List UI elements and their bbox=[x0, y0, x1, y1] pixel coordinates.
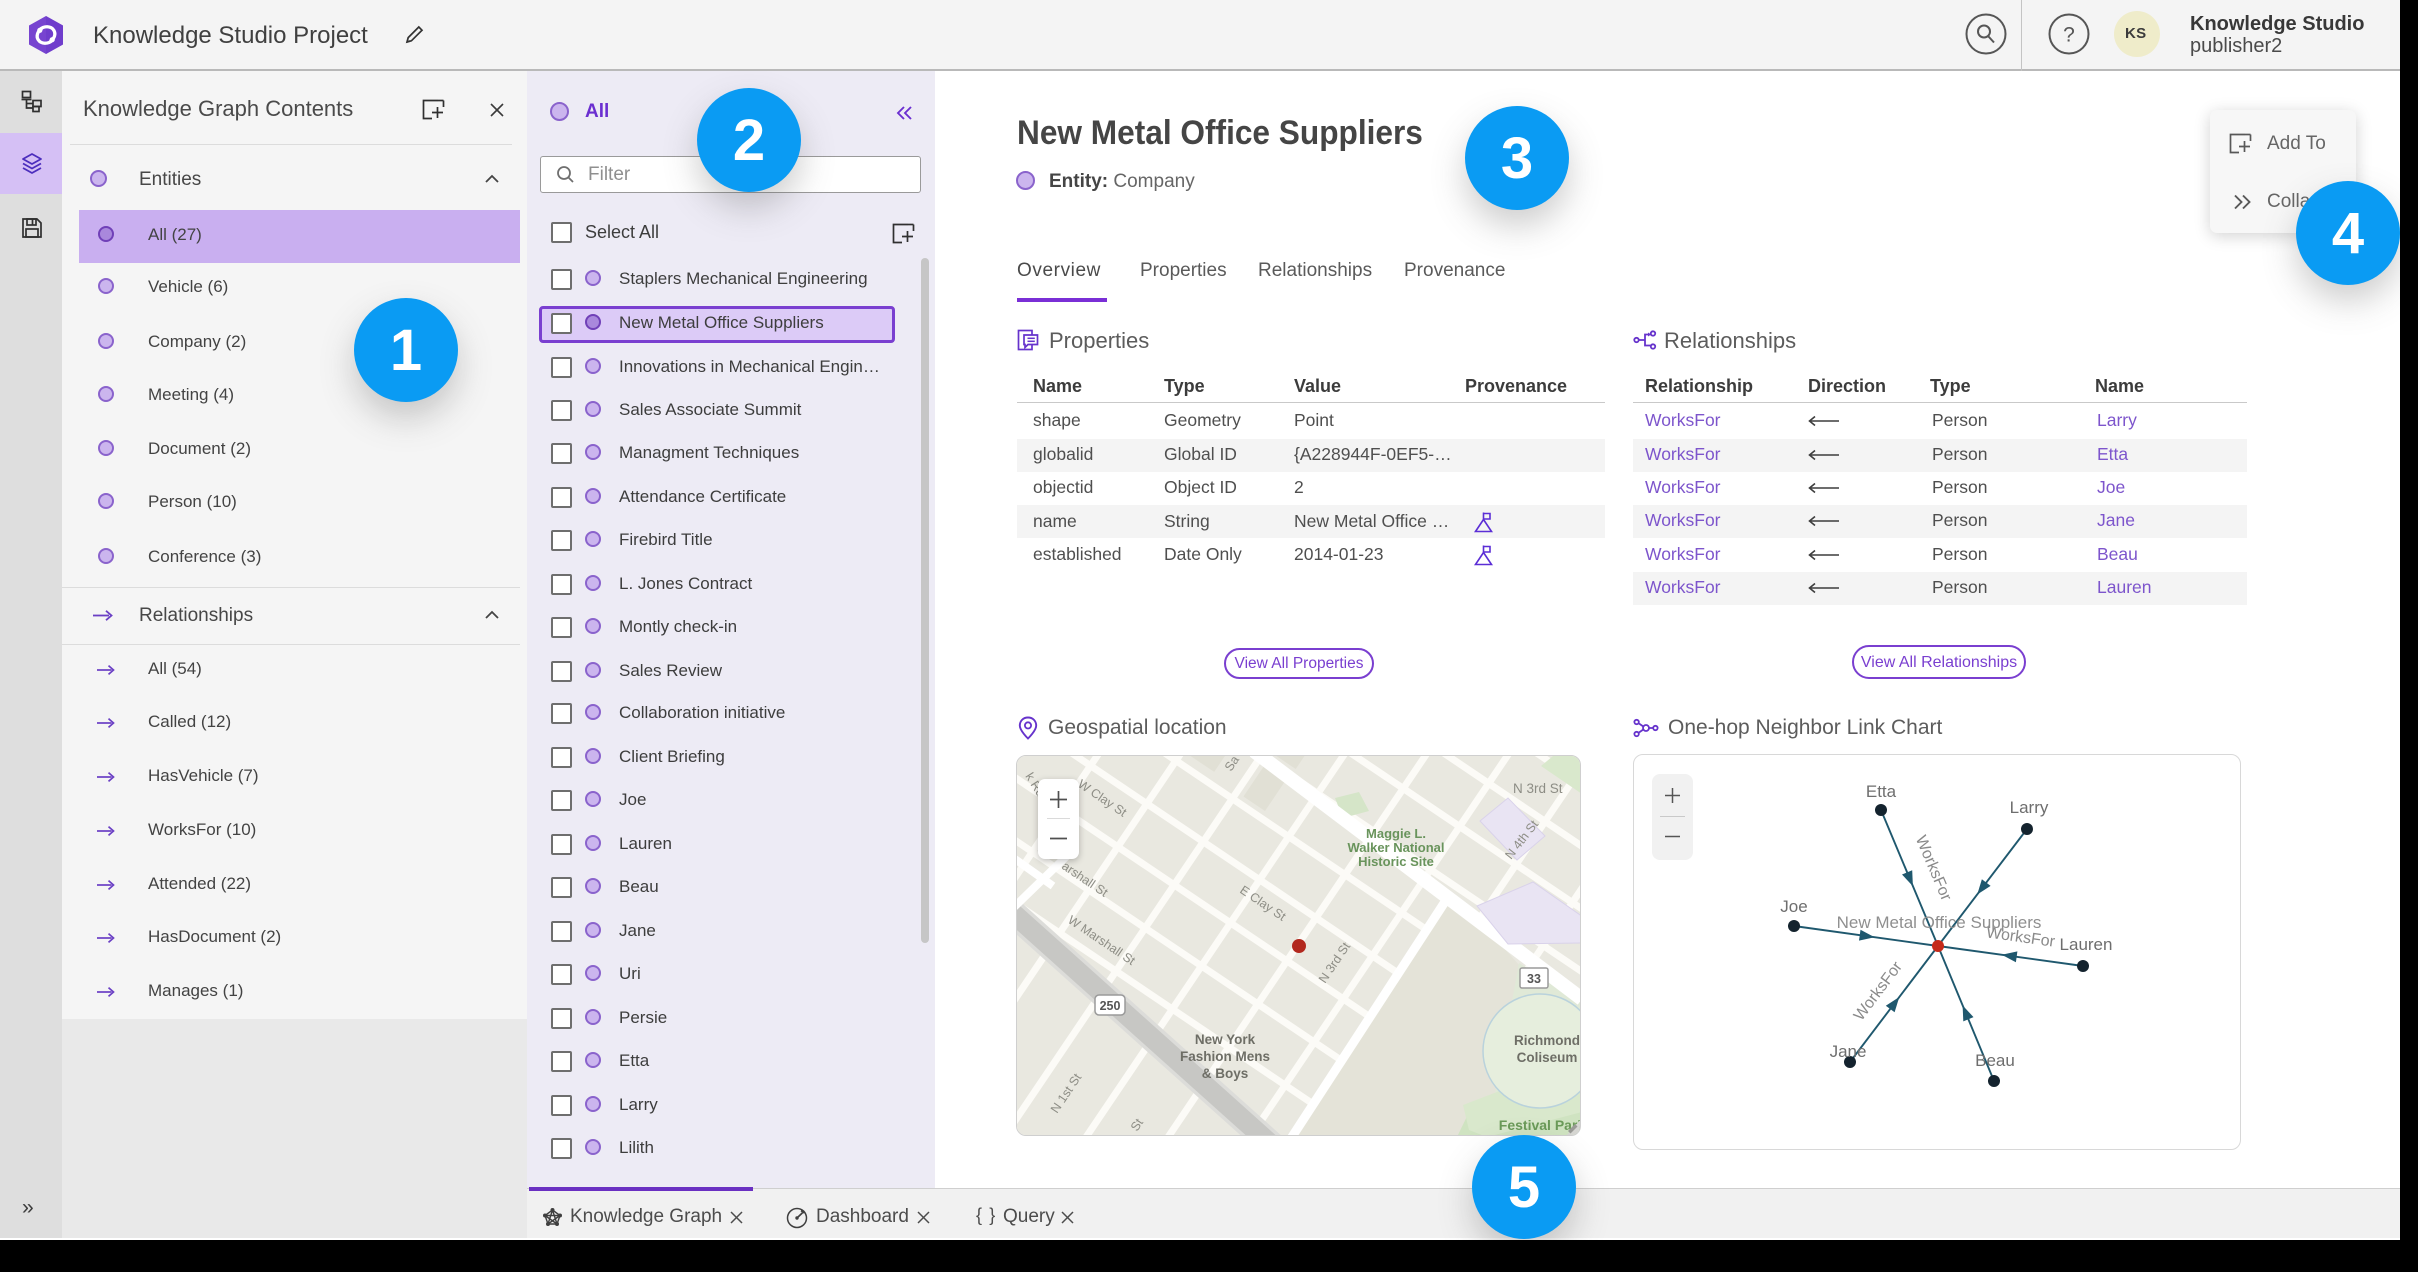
svg-text:Coliseum: Coliseum bbox=[1517, 1050, 1578, 1065]
svg-text:?: ? bbox=[2063, 24, 2075, 47]
svg-text:Lauren: Lauren bbox=[2060, 935, 2113, 954]
svg-text:WorksFor: WorksFor bbox=[1985, 924, 2056, 951]
svg-text:New York: New York bbox=[1195, 1032, 1256, 1047]
svg-text:N 3rd St: N 3rd St bbox=[1513, 781, 1563, 796]
svg-text:33: 33 bbox=[1527, 972, 1541, 986]
svg-text:WorksFor: WorksFor bbox=[1912, 833, 1955, 904]
svg-text:& Boys: & Boys bbox=[1202, 1066, 1249, 1081]
svg-text:WorksFor: WorksFor bbox=[1851, 958, 1907, 1024]
svg-text:Larry: Larry bbox=[2010, 798, 2049, 817]
svg-text:250: 250 bbox=[1100, 999, 1121, 1013]
svg-text:Maggie L.: Maggie L. bbox=[1366, 826, 1426, 841]
svg-text:Beau: Beau bbox=[1975, 1051, 2015, 1070]
svg-text:Joe: Joe bbox=[1780, 897, 1807, 916]
svg-text:Fashion Mens: Fashion Mens bbox=[1180, 1049, 1270, 1064]
svg-text:Historic Site: Historic Site bbox=[1358, 854, 1434, 869]
svg-text:Jane: Jane bbox=[1830, 1042, 1867, 1061]
svg-text:Etta: Etta bbox=[1866, 782, 1897, 801]
svg-text:Walker National: Walker National bbox=[1347, 840, 1444, 855]
svg-text:Richmond: Richmond bbox=[1514, 1033, 1580, 1048]
